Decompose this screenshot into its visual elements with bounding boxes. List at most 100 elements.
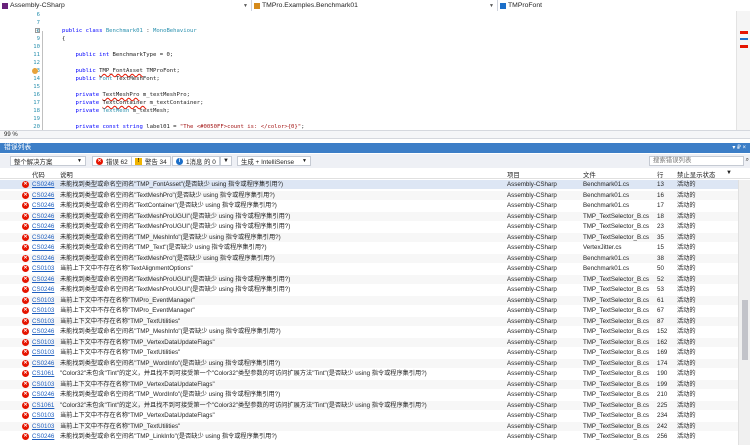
error-code-link[interactable]: CS0246 (32, 212, 58, 221)
column-header-description[interactable]: 说明 (60, 170, 73, 179)
table-row[interactable]: ✕ CS0103 当前上下文中不存在名称"TMP_VertexDataUpdateF… (0, 411, 738, 420)
table-row[interactable]: ✕ CS0246 未能找到类型或命名空间名"TextMeshProUGUI"(是否缺… (0, 274, 738, 284)
table-row[interactable]: ✕ CS0246 未能找到类型或命名空间名"TextMeshProUGUI"(是否缺… (0, 211, 738, 221)
table-row[interactable]: ✕ CS0103 当前上下文中不存在名称"TMP_TextUtilities" Ass… (0, 421, 738, 431)
error-code-link[interactable]: CS0246 (32, 327, 58, 336)
table-row[interactable]: ✕ CS0103 当前上下文中不存在名称"TMPro_EventManager" As… (0, 306, 738, 315)
error-code-link[interactable]: CS0103 (32, 296, 58, 305)
error-code-link[interactable]: CS0246 (32, 222, 58, 231)
table-row[interactable]: ✕ CS0246 未能找到类型或命名空间名"TextMeshPro"(是否缺少 us… (0, 190, 738, 200)
column-header-code[interactable]: 代码 (32, 170, 45, 179)
table-row[interactable]: ✕ CS0246 未能找到类型或命名空间名"TMP_LinkInfo"(是否缺少 u… (0, 432, 738, 441)
error-code-link[interactable]: CS0103 (32, 306, 58, 315)
error-code-link[interactable]: CS0246 (32, 191, 58, 200)
error-code-link[interactable]: CS0246 (32, 285, 58, 294)
error-code-link[interactable]: CS0246 (32, 180, 58, 189)
error-code-link[interactable]: CS0246 (32, 201, 58, 210)
code-line: private TextMesh m_textMesh; (75, 108, 170, 114)
error-list-rows: ✕ CS0246 未能找到类型或命名空间名"TMP_FontAsset"(是否缺少 … (0, 180, 738, 445)
filter-toggle-button[interactable]: ▼ (220, 156, 232, 166)
csharp-project-icon (2, 2, 8, 9)
table-row[interactable]: ✕ CS0246 未能找到类型或命名空间名"TMP_MeshInfo"(是否缺少 u… (0, 232, 738, 242)
errors-filter-button[interactable]: ✕ 错误 62 (92, 156, 132, 166)
error-marker[interactable] (740, 31, 748, 34)
table-row[interactable]: ✕ CS0103 当前上下文中不存在名称"TMPro_EventManager" As… (0, 295, 738, 305)
table-row[interactable]: ✕ CS0246 未能找到类型或命名空间名"TextMeshProUGUI"(是否缺… (0, 222, 738, 231)
error-icon: ✕ (22, 391, 29, 398)
panel-controls[interactable]: ▾ ₽ × (732, 143, 746, 153)
table-row[interactable]: ✕ CS1061 "Color32"未包含"Tint"的定义，并且找不到可接受第一个… (0, 369, 738, 378)
error-code-link[interactable]: CS0246 (32, 243, 58, 252)
error-code-link[interactable]: CS0246 (32, 390, 58, 399)
search-input[interactable]: 搜索错误列表 (649, 156, 744, 166)
column-header-file[interactable]: 文件 (583, 170, 596, 179)
error-code-link[interactable]: CS0246 (32, 254, 58, 263)
error-icon: ✕ (22, 370, 29, 377)
error-code-link[interactable]: CS0246 (32, 432, 58, 441)
error-project: Assembly-CSharp (507, 233, 557, 241)
error-code-link[interactable]: CS0103 (32, 422, 58, 431)
table-row[interactable]: ✕ CS0246 未能找到类型或命名空间名"TMP_MeshInfo"(是否缺少 u… (0, 327, 738, 336)
build-source-dropdown[interactable]: 生成 + IntelliSense ▼ (237, 156, 311, 166)
table-row[interactable]: ✕ CS0103 当前上下文中不存在名称"TextAlignmentOptions"… (0, 264, 738, 273)
error-marker[interactable] (740, 45, 748, 48)
table-row[interactable]: ✕ CS0103 当前上下文中不存在名称"TMP_TextUtilities" Ass… (0, 316, 738, 326)
table-row[interactable]: ✕ CS0246 未能找到类型或命名空间名"TextContainer"(是否缺少 … (0, 201, 738, 210)
outline-guide (42, 31, 43, 130)
member-dropdown[interactable]: TMProFont (498, 0, 750, 11)
error-icon: ✕ (22, 317, 29, 325)
zoom-level[interactable]: 99 % (4, 131, 18, 139)
error-project: Assembly-CSharp (507, 223, 557, 230)
code-line: { (62, 36, 66, 42)
table-row[interactable]: ✕ CS0246 未能找到类型或命名空间名"TMP_Text"(是否缺少 using… (0, 243, 738, 252)
error-code-link[interactable]: CS0246 (32, 233, 58, 242)
error-code-link[interactable]: CS0103 (32, 411, 58, 420)
warnings-filter-button[interactable]: ! 警告 34 (131, 156, 171, 166)
error-description: 未能找到类型或命名空间名"TextMeshPro"(是否缺少 using 指令或… (60, 254, 275, 262)
editor-scrollbar[interactable] (736, 11, 750, 130)
code-editor[interactable]: 6 7 8 9 10 11 12 13 14 15 16 17 18 19 20… (0, 11, 750, 130)
error-icon: ✕ (22, 401, 29, 409)
table-row[interactable]: ✕ CS0246 未能找到类型或命名空间名"TextMeshProUGUI"(是否缺… (0, 285, 738, 294)
error-code-link[interactable]: CS0246 (32, 275, 58, 284)
error-icon: ✕ (22, 422, 29, 430)
table-row[interactable]: ✕ CS0246 未能找到类型或命名空间名"TMP_FontAsset"(是否缺少 … (0, 180, 738, 189)
error-code-link[interactable]: CS1061 (32, 369, 58, 378)
table-row[interactable]: ✕ CS1061 "Color32"未包含"Tint"的定义，并且找不到可接受第一个… (0, 400, 738, 410)
table-row[interactable]: ✕ CS0103 当前上下文中不存在名称"TMP_VertexDataUpdateF… (0, 379, 738, 389)
error-icon: ✕ (22, 191, 29, 199)
column-header-project[interactable]: 项目 (507, 170, 520, 179)
error-code-link[interactable]: CS0103 (32, 348, 58, 357)
project-dropdown[interactable]: Assembly-CSharp ▼ (0, 0, 252, 11)
error-description: 未能找到类型或命名空间名"TextMeshPro"(是否缺少 using 指令或… (60, 191, 275, 199)
table-row[interactable]: ✕ CS0246 未能找到类型或命名空间名"TMP_WordInfo"(是否缺少 u… (0, 358, 738, 368)
column-header-line[interactable]: 行 (657, 170, 663, 179)
error-line: 87 (657, 317, 664, 325)
table-row[interactable]: ✕ CS0103 当前上下文中不存在名称"TMP_VertexDataUpdateF… (0, 337, 738, 347)
error-code-link[interactable]: CS0103 (32, 338, 58, 347)
filter-icon[interactable]: ▼ (726, 170, 732, 176)
error-code-link[interactable]: CS0103 (32, 380, 58, 389)
chevron-down-icon: ▼ (77, 158, 82, 164)
error-code-link[interactable]: CS0103 (32, 317, 58, 326)
error-code-link[interactable]: CS0103 (32, 264, 58, 273)
error-code-link[interactable]: CS0246 (32, 359, 58, 368)
error-line: 169 (657, 349, 668, 356)
table-row[interactable]: ✕ CS0103 当前上下文中不存在名称"TMP_TextUtilities" Ass… (0, 348, 738, 357)
search-icon[interactable]: ⌕ (746, 157, 749, 164)
error-list-title-bar: 错误列表 ▾ ₽ × (0, 143, 750, 153)
error-state: 活动的 (677, 286, 696, 293)
code-line: private TextContainer m_textContainer; (75, 100, 204, 106)
error-list-scrollbar[interactable] (738, 180, 750, 445)
collapse-icon[interactable]: − (35, 28, 40, 33)
error-code-link[interactable]: CS1061 (32, 401, 58, 410)
column-header-suppression[interactable]: 禁止显示状态 (677, 170, 715, 179)
scrollbar-thumb[interactable] (742, 300, 748, 360)
messages-filter-button[interactable]: i 1消息 的 0 (172, 156, 220, 166)
table-row[interactable]: ✕ CS0246 未能找到类型或命名空间名"TextMeshPro"(是否缺少 us… (0, 253, 738, 263)
error-description: 当前上下文中不存在名称"TMP_TextUtilities" (60, 422, 181, 430)
class-dropdown[interactable]: TMPro.Examples.Benchmark01 ▼ (252, 0, 498, 11)
table-row[interactable]: ✕ CS0246 未能找到类型或命名空间名"TMP_WordInfo"(是否缺少 u… (0, 390, 738, 399)
lightbulb-icon[interactable] (32, 68, 38, 74)
scope-dropdown[interactable]: 整个解决方案 ▼ (10, 156, 86, 166)
